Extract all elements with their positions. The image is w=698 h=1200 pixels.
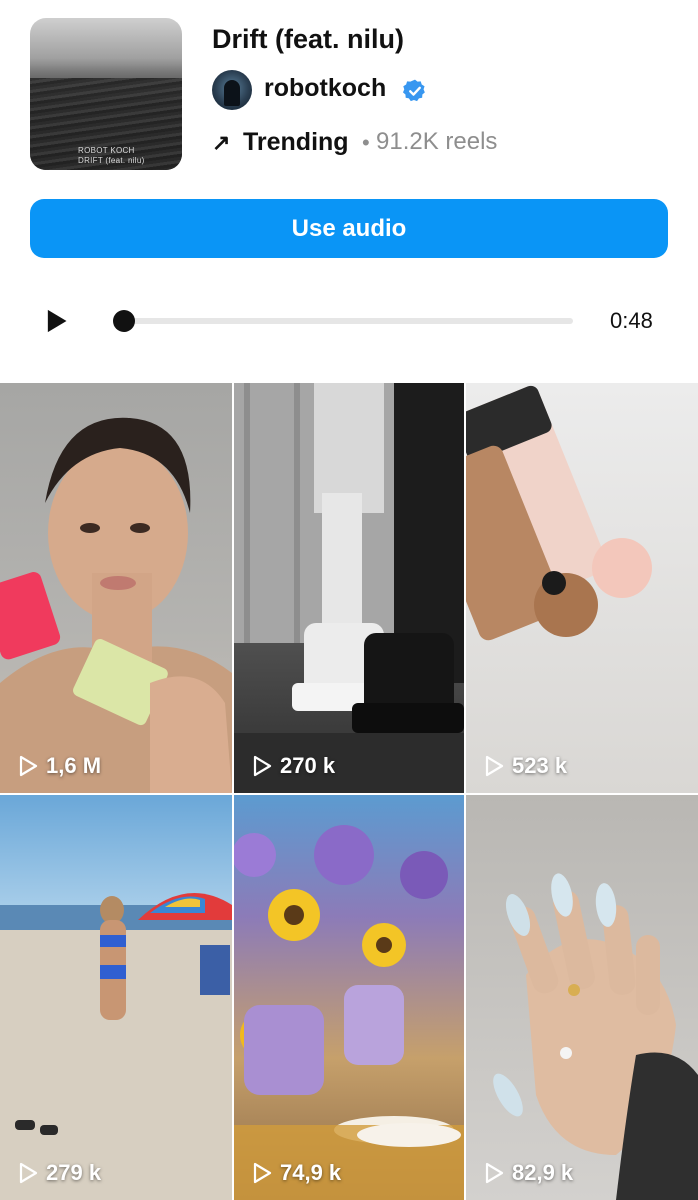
- reel-play-icon: [485, 1162, 504, 1184]
- reel-thumbnail[interactable]: 270 k: [234, 383, 464, 793]
- reel-thumbnail[interactable]: 279 k: [0, 795, 232, 1200]
- reels-grid: 1,6 M 270 k 523 k 279 k 74,9 k 82,9 k: [0, 383, 698, 1200]
- reel-thumbnail[interactable]: 82,9 k: [466, 795, 698, 1200]
- reel-views: 1,6 M: [18, 753, 101, 779]
- reel-thumbnail[interactable]: 74,9 k: [234, 795, 464, 1200]
- reel-views-count: 523 k: [512, 753, 568, 778]
- reel-views: 82,9 k: [484, 1160, 573, 1186]
- reel-image-boots: [234, 383, 464, 793]
- reel-thumbnail[interactable]: 523 k: [466, 383, 698, 793]
- reel-image-concealer: [466, 385, 652, 641]
- audio-progress-knob[interactable]: [113, 310, 135, 332]
- reel-image-nails: [493, 873, 698, 1200]
- cover-artist-text: ROBOT KOCH: [78, 146, 135, 155]
- audio-progress-track[interactable]: [116, 318, 573, 324]
- play-icon[interactable]: [42, 307, 70, 335]
- reel-views: 279 k: [18, 1160, 101, 1186]
- reel-views: 74,9 k: [252, 1160, 341, 1186]
- trending-arrow-icon: ↗: [212, 130, 231, 155]
- audio-duration: 0:48: [610, 308, 653, 333]
- reel-image-flowers: [234, 825, 464, 1200]
- reels-count: 91.2K reels: [376, 128, 498, 155]
- separator-dot: •: [362, 130, 370, 155]
- album-cover[interactable]: ROBOT KOCH DRIFT (feat. nilu): [30, 18, 182, 170]
- avatar[interactable]: [212, 70, 252, 110]
- reel-image-beach: [0, 893, 232, 1200]
- avatar-figure: [224, 80, 240, 106]
- verified-badge-icon: [402, 79, 425, 102]
- username-link[interactable]: robotkoch: [264, 74, 386, 103]
- cover-track-text: DRIFT (feat. nilu): [78, 156, 145, 165]
- reel-play-icon: [19, 1162, 38, 1184]
- reel-views-count: 270 k: [280, 753, 336, 778]
- reel-views-count: 279 k: [46, 1160, 102, 1185]
- trending-label: Trending: [243, 128, 349, 156]
- reel-play-icon: [253, 755, 272, 777]
- use-audio-button[interactable]: Use audio: [30, 199, 668, 258]
- reel-views: 270 k: [252, 753, 335, 779]
- reel-image-skincare: [0, 417, 232, 793]
- reel-views-count: 82,9 k: [512, 1160, 574, 1185]
- reel-thumbnail[interactable]: 1,6 M: [0, 383, 232, 793]
- audio-title: Drift (feat. nilu): [212, 24, 404, 54]
- reel-play-icon: [253, 1162, 272, 1184]
- reel-views-count: 1,6 M: [46, 753, 102, 778]
- reel-views-count: 74,9 k: [280, 1160, 342, 1185]
- reel-views: 523 k: [484, 753, 567, 779]
- reel-play-icon: [19, 755, 38, 777]
- reel-play-icon: [485, 755, 504, 777]
